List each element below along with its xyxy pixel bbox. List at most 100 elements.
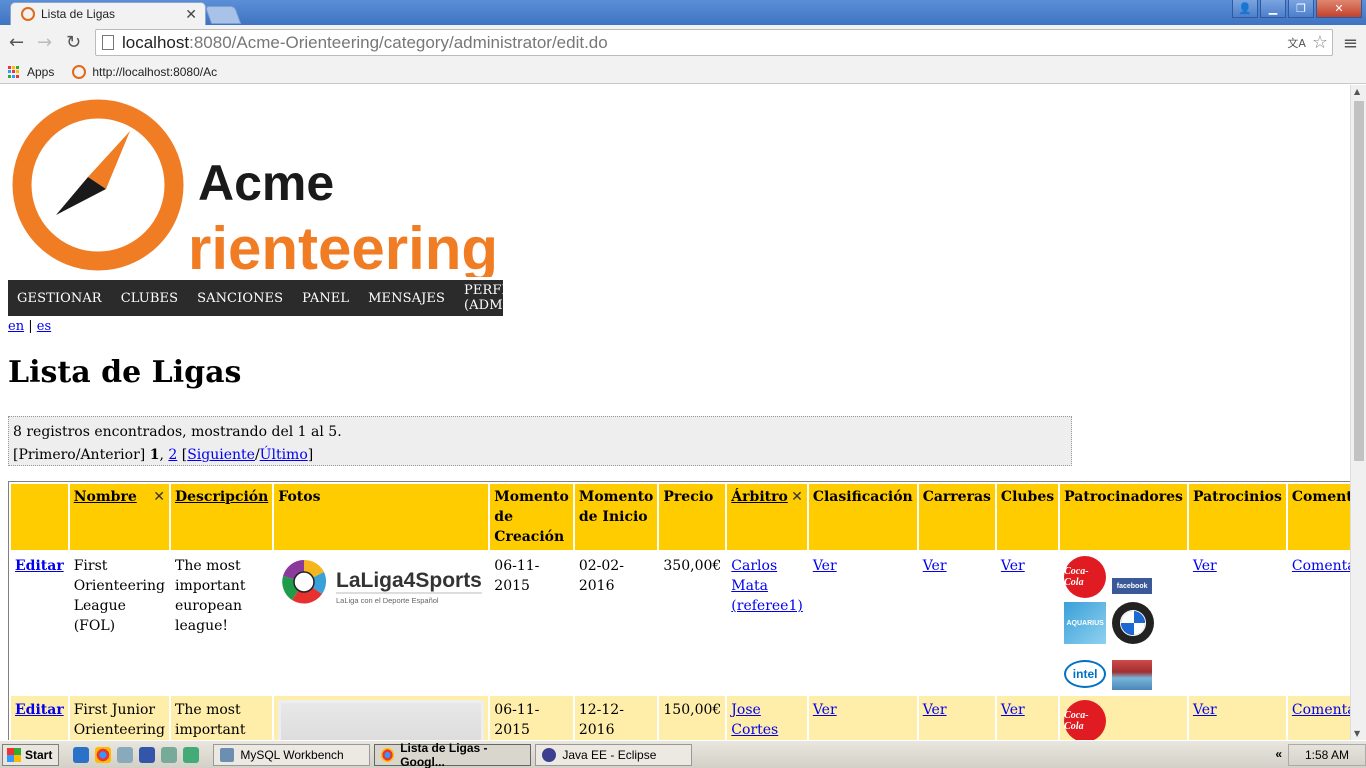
bookmark-localhost[interactable]: http://localhost:8080/Ac [92,65,217,79]
language-switcher: en | es [8,319,51,334]
comentarios-link[interactable]: Comentarios [1292,558,1350,574]
menu-item-sanciones[interactable]: SANCIONES [197,291,283,306]
comentarios-link[interactable]: Comentarios [1292,702,1350,718]
apps-grid-icon[interactable] [8,65,21,79]
leagues-table: Nombre ✕ Descripción Fotos Momento de Cre… [8,481,1350,740]
clubes-link[interactable]: Ver [1001,702,1025,718]
header-momento-creacion: Momento de Creación [490,484,573,550]
pager-ultimo[interactable]: Último [260,447,308,463]
referee-link[interactable]: Jose Cortes (referee2) [731,702,803,740]
header-patrocinios: Patrocinios [1188,484,1286,550]
scroll-down-icon[interactable]: ▼ [1354,729,1360,738]
header-nombre: Nombre ✕ [69,484,169,550]
lang-en-link[interactable]: en [8,319,24,334]
taskbar-item-mysql[interactable]: MySQL Workbench [213,743,371,766]
sort-arbitro-link[interactable]: Árbitro [731,489,788,505]
browser-tab-active[interactable]: Lista de Ligas ✕ [10,2,206,25]
start-label: Start [25,747,53,762]
app-icon[interactable] [161,746,178,763]
minimize-button[interactable]: ▁ [1260,0,1286,18]
bookmark-star-icon[interactable]: ☆ [1312,32,1328,53]
url-text[interactable]: localhost:8080/Acme-Orienteering/categor… [122,33,1287,53]
chrome-menu-icon[interactable]: ≡ [1343,33,1358,54]
aquarius-logo-icon[interactable]: AQUARIUS [1064,602,1107,644]
cell-momento-creacion: 06-11-2015 [490,696,573,740]
menu-item-perfil[interactable]: PERFIL (ADMIN) [464,283,524,313]
sort-nombre-link[interactable]: Nombre [74,489,137,505]
explorer-icon[interactable] [117,746,134,763]
mysql-icon [220,747,235,762]
pager-current-page: 1 [149,447,160,463]
cell-precio: 350,00€ [659,552,726,694]
forward-arrow-icon[interactable]: → [37,32,52,53]
laliga-brand-text: LaLiga4Sports [336,569,482,592]
menu-item-panel[interactable]: PANEL [302,291,349,306]
chrome-icon[interactable] [95,746,112,763]
carreras-link[interactable]: Ver [923,702,947,718]
header-momento-inicio: Momento de Inicio [574,484,658,550]
patrocinios-link[interactable]: Ver [1193,558,1217,574]
facebook-logo-icon[interactable]: facebook [1112,578,1153,594]
cell-clasificacion: Ver [808,552,917,694]
cell-edit: Editar [11,552,68,694]
scrollbar-thumb[interactable] [1354,101,1364,461]
lang-es-link[interactable]: es [37,319,51,334]
pager-page-2[interactable]: 2 [168,447,177,463]
bookmark-apps[interactable]: Apps [27,65,54,79]
url-path: :8080/Acme-Orienteering/category/adminis… [189,32,608,52]
acme-orienteering-logo[interactable]: Acme rienteering [8,97,508,282]
cell-comentarios: Comentarios [1287,696,1350,740]
reload-icon[interactable]: ↻ [66,32,81,53]
cell-patrocinios: Ver [1188,696,1286,740]
cell-patrocinadores: Coca-Cola [1060,696,1187,740]
sort-clear-icon[interactable]: ✕ [153,487,165,507]
url-host: localhost [122,32,190,52]
user-icon[interactable]: 👤 [1232,0,1258,18]
taskbar-item-chrome[interactable]: Lista de Ligas - Googl... [374,741,532,768]
address-bar[interactable]: localhost:8080/Acme-Orienteering/categor… [95,29,1333,56]
network-icon[interactable] [183,746,200,763]
tab-close-icon[interactable]: ✕ [185,6,197,23]
coca-cola-logo-icon[interactable]: Coca-Cola [1064,700,1107,740]
restore-button[interactable]: ❐ [1288,0,1314,18]
new-tab-button[interactable] [204,6,242,24]
menu-item-mensajes[interactable]: MENSAJES [368,291,445,306]
pool-photo-icon[interactable] [1112,660,1153,690]
edit-link[interactable]: Editar [15,558,64,574]
windows-logo-icon [7,747,21,762]
intel-logo-icon[interactable]: intel [1064,660,1107,688]
clubes-link[interactable]: Ver [1001,558,1025,574]
pager-bracket-close: ] [307,447,314,463]
page-title: Lista de Ligas [8,355,242,390]
menu-item-gestionar[interactable]: GESTIONAR [17,291,102,306]
patrocinios-link[interactable]: Ver [1193,702,1217,718]
scroll-up-icon[interactable]: ▲ [1354,87,1360,96]
sort-clear-icon[interactable]: ✕ [791,487,803,507]
taskbar-item-eclipse[interactable]: Java EE - Eclipse [535,743,693,766]
cell-fotos: LaLiga4Sports LaLiga con el Deporte Espa… [274,552,489,694]
system-tray-clock[interactable]: 1:58 AM [1288,744,1366,766]
close-window-button[interactable]: ✕ [1316,0,1362,18]
carreras-link[interactable]: Ver [923,558,947,574]
bmw-logo-icon[interactable] [1112,602,1155,644]
tray-expand-icon[interactable]: « [1275,747,1282,761]
coca-cola-logo-icon[interactable]: Coca-Cola [1064,556,1107,598]
ie-icon[interactable] [73,746,90,763]
logo-text-orienteering: rienteering [188,215,498,277]
edit-link[interactable]: Editar [15,702,64,718]
clasificacion-link[interactable]: Ver [813,558,837,574]
laliga-tagline-text: LaLiga con el Deporte Español [336,596,439,605]
referee-link[interactable]: Carlos Mata (referee1) [731,558,803,614]
clasificacion-link[interactable]: Ver [813,702,837,718]
start-button[interactable]: Start [2,743,60,766]
pager-siguiente[interactable]: Siguiente [187,447,255,463]
menu-item-clubes[interactable]: CLUBES [121,291,178,306]
sort-descripcion-link[interactable]: Descripción [175,489,268,505]
back-arrow-icon[interactable]: ← [9,32,24,53]
bookmarks-bar: Apps http://localhost:8080/Ac [0,61,1366,84]
translate-icon[interactable]: 文A [1287,35,1306,51]
cell-precio: 150,00€ [659,696,726,740]
vertical-scrollbar[interactable]: ▲ ▼ [1350,85,1366,740]
header-arbitro: Árbitro ✕ [727,484,807,550]
eclipse-icon[interactable] [139,746,156,763]
